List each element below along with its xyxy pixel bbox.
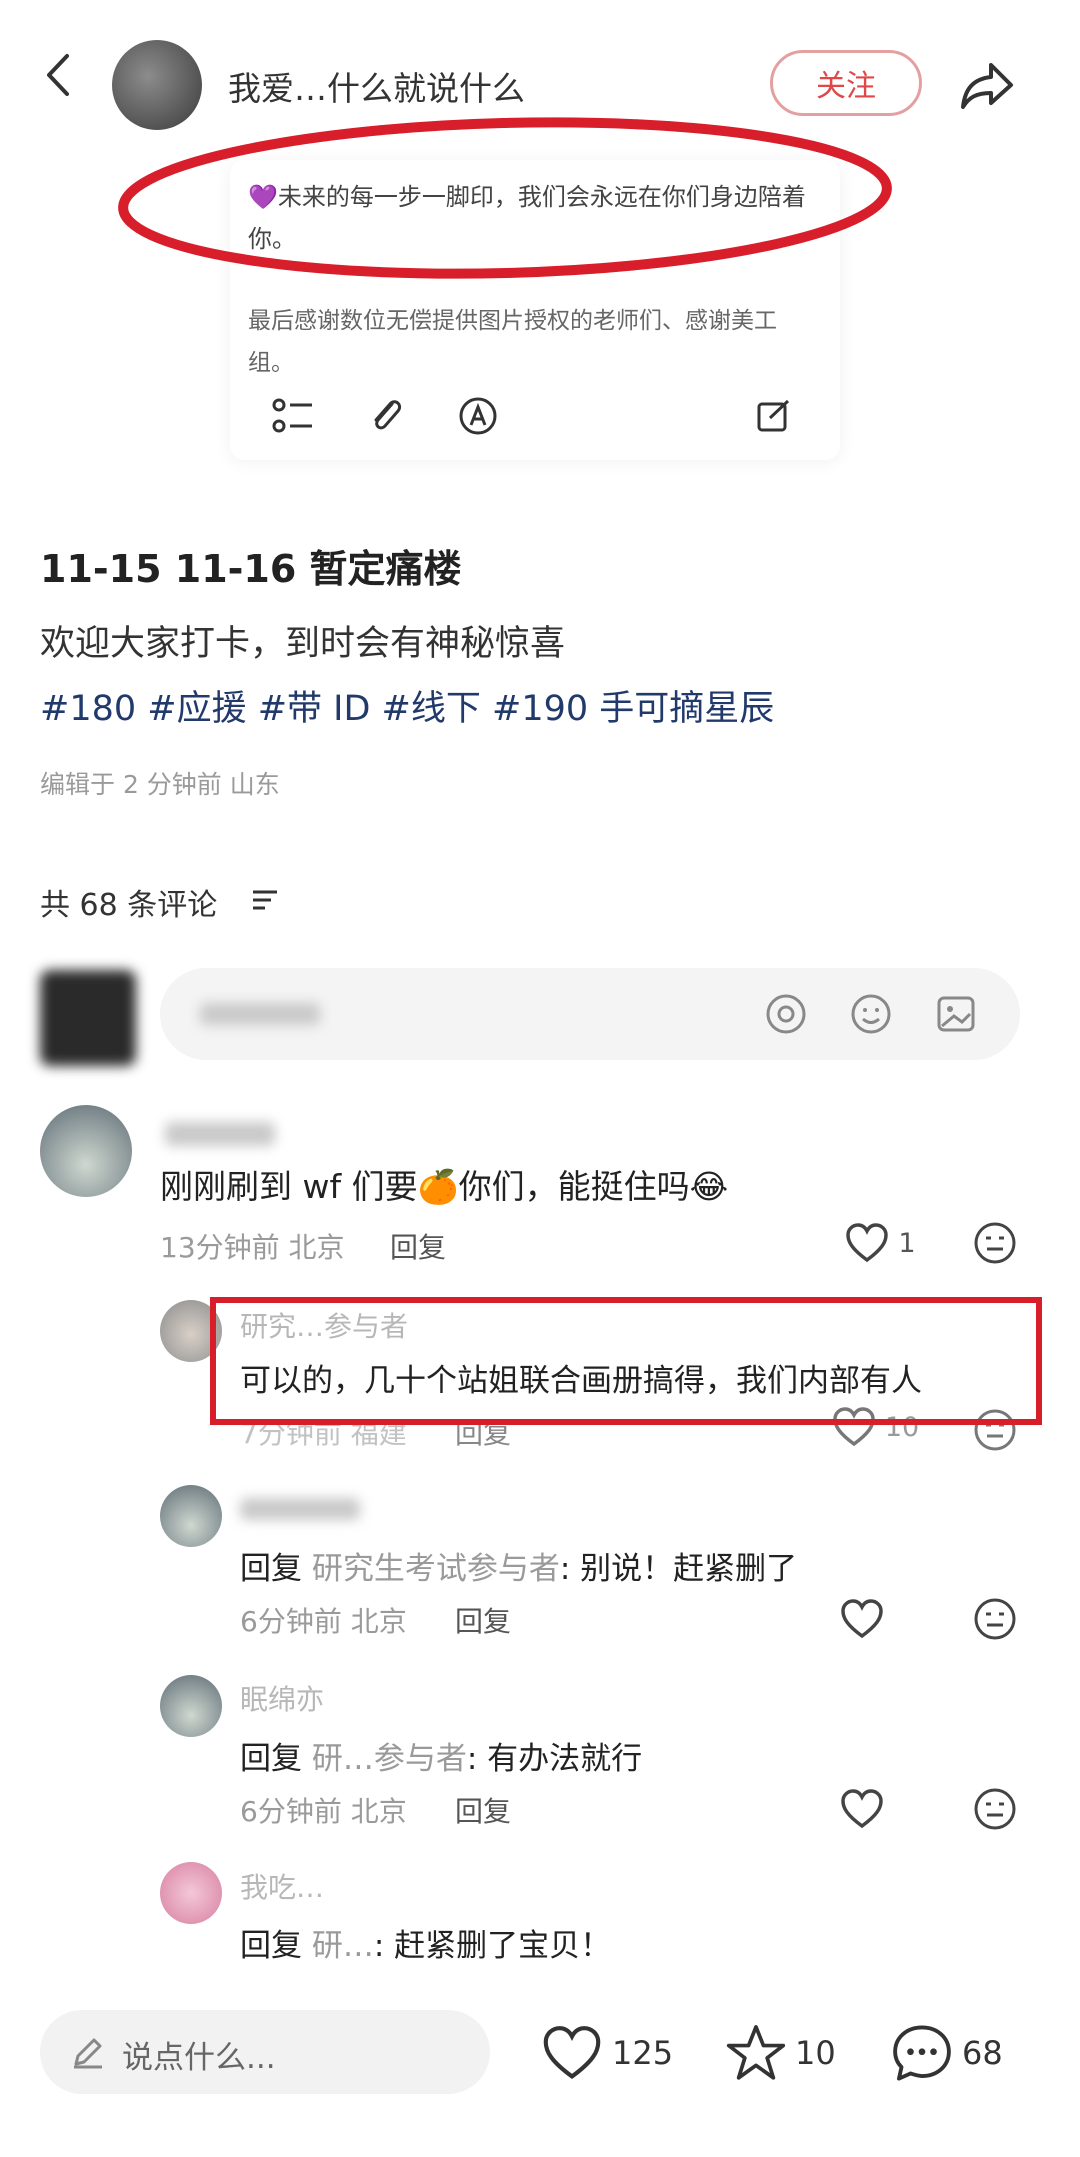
- follow-button[interactable]: 关注: [770, 50, 922, 116]
- star-icon: [726, 2025, 786, 2080]
- reply-time: 6分钟前 北京: [240, 1605, 407, 1638]
- reply-text: 回复 研究生考试参与者: 别说！赶紧删了: [240, 1543, 797, 1588]
- chevron-left-icon: [47, 54, 69, 96]
- reply-body: : 赶紧删了宝贝！: [373, 1928, 612, 1964]
- reply-reply-button[interactable]: 回复: [455, 1600, 511, 1640]
- comment-time: 13分钟前 北京: [160, 1231, 345, 1264]
- heart-icon: [846, 1223, 889, 1263]
- bottom-comment-count: 68: [962, 2034, 1003, 2072]
- bottom-like-button[interactable]: 125: [540, 2018, 690, 2088]
- reply-target[interactable]: 研究生考试参与者: [312, 1551, 560, 1587]
- comment-like-button[interactable]: 1: [835, 1216, 925, 1270]
- note-text-credits: 最后感谢数位无偿提供图片授权的老师们、感谢美工组。: [248, 308, 777, 376]
- reply-text: 回复 研…参与者: 有办法就行: [240, 1733, 642, 1778]
- post-tags[interactable]: #180 #应援 #带 ID #线下 #190 手可摘星辰: [40, 680, 774, 731]
- comment-input-placeholder: [200, 1003, 320, 1025]
- sort-icon[interactable]: [245, 882, 285, 918]
- reply-avatar[interactable]: [160, 1675, 222, 1737]
- comment-bubble-icon: [893, 2025, 951, 2081]
- post-title: 11-15 11-16 暂定痛楼: [40, 547, 462, 591]
- bottom-input-placeholder: 说点什么...: [122, 2040, 276, 2076]
- author-name[interactable]: 我爱…什么就说什么: [228, 62, 525, 110]
- follow-label: 关注: [816, 69, 876, 104]
- emoji-icon[interactable]: [845, 988, 897, 1040]
- reply-reply-button[interactable]: 回复: [455, 1790, 511, 1830]
- bottom-like-count: 125: [612, 2034, 674, 2072]
- dislike-icon[interactable]: [968, 1216, 1022, 1270]
- post-meta: 编辑于 2 分钟前 山东: [40, 770, 280, 799]
- share-button[interactable]: [952, 50, 1022, 120]
- reply-target[interactable]: 研…参与者: [312, 1741, 467, 1777]
- reply-body: : 别说！赶紧删了: [559, 1551, 798, 1587]
- heart-icon: [841, 1599, 883, 1639]
- dislike-icon[interactable]: [968, 1592, 1022, 1646]
- comment-like-count: 1: [898, 1227, 916, 1259]
- reply-body: : 有办法就行: [466, 1741, 643, 1777]
- pencil-icon: [74, 2038, 102, 2069]
- comment-reply-button[interactable]: 回复: [390, 1226, 446, 1266]
- bottom-star-count: 10: [795, 2034, 836, 2072]
- share-icon: [961, 63, 1013, 109]
- current-user-avatar: [40, 970, 136, 1066]
- bottom-comment-button[interactable]: 68: [890, 2018, 1040, 2088]
- post-body: 欢迎大家打卡，到时会有神秘惊喜: [40, 624, 566, 664]
- reply-target[interactable]: 研…: [312, 1928, 374, 1964]
- red-highlight-box: [210, 1297, 1042, 1425]
- bottom-star-button[interactable]: 10: [725, 2018, 855, 2088]
- back-button[interactable]: [28, 40, 88, 110]
- text-style-icon[interactable]: [452, 390, 504, 442]
- reply-prefix: 回复: [240, 1741, 302, 1777]
- attachment-icon[interactable]: [360, 390, 412, 442]
- reply-text: 回复 研…: 赶紧删了宝贝！: [240, 1920, 611, 1965]
- image-icon[interactable]: [930, 988, 982, 1040]
- reply-avatar[interactable]: [160, 1862, 222, 1924]
- reply-like-button[interactable]: [835, 1782, 889, 1836]
- red-highlight-ellipse: [118, 117, 892, 279]
- checklist-icon[interactable]: [268, 390, 320, 442]
- dislike-icon[interactable]: [968, 1782, 1022, 1836]
- bottom-comment-input[interactable]: 说点什么...: [40, 2010, 490, 2094]
- reply-prefix: 回复: [240, 1551, 302, 1587]
- note-toolbar: [258, 385, 818, 447]
- reply-name[interactable]: 我吃…: [240, 1866, 324, 1906]
- heart-icon: [841, 1789, 883, 1829]
- edit-icon[interactable]: [748, 390, 800, 442]
- reply-like-button[interactable]: [835, 1592, 889, 1646]
- reply-avatar[interactable]: [160, 1485, 222, 1547]
- heart-icon: [543, 2026, 601, 2080]
- reply-name[interactable]: [240, 1498, 360, 1520]
- reply-time: 6分钟前 北京: [240, 1795, 407, 1828]
- comment-text: 刚刚刷到 wf 们要🍊你们，能挺住吗😂: [160, 1167, 729, 1206]
- commenter-avatar[interactable]: [40, 1105, 132, 1197]
- comment-input-box[interactable]: [160, 968, 1020, 1060]
- reply-name[interactable]: 眠绵亦: [240, 1678, 324, 1718]
- reply-prefix: 回复: [240, 1928, 302, 1964]
- at-icon[interactable]: [760, 988, 812, 1040]
- commenter-name[interactable]: [165, 1122, 275, 1146]
- comment-count: 共 68 条评论: [40, 888, 218, 923]
